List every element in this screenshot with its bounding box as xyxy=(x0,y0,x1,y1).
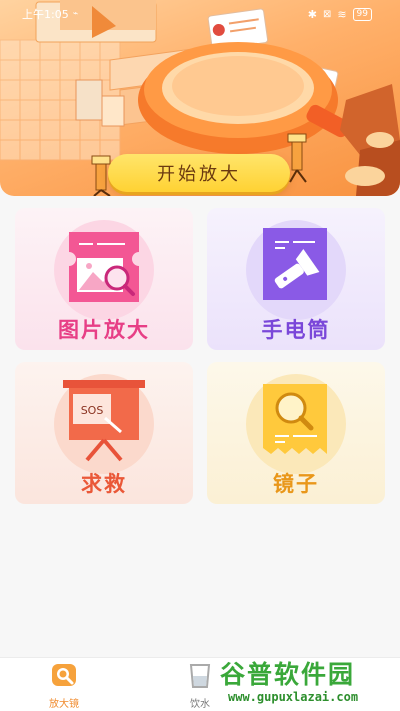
watermark: 谷普软件园 www.gupuxlazai.com xyxy=(216,653,400,711)
notification-icon: ⌁ xyxy=(72,9,79,19)
nav-label: 放大镜 xyxy=(49,699,79,710)
status-bar: 上午1:05 ⌁ ✱ ⊠ ≋ 99 xyxy=(0,0,400,28)
sim-off-icon: ⊠ xyxy=(322,8,332,20)
sos-text: SOS xyxy=(81,404,104,417)
feature-card-image-zoom[interactable]: 图片放大 xyxy=(15,208,193,350)
hero-banner: 上午1:05 ⌁ ✱ ⊠ ≋ 99 开始放大 xyxy=(0,0,400,196)
watermark-title: 谷普软件园 xyxy=(220,660,356,689)
status-time: 上午1:05 xyxy=(22,8,69,21)
card-label: 手电筒 xyxy=(261,318,331,342)
cup-icon xyxy=(189,664,211,688)
flashlight-icon xyxy=(263,228,327,300)
image-zoom-icon xyxy=(69,232,139,302)
card-label: 图片放大 xyxy=(58,318,150,342)
magnifier-icon xyxy=(52,664,76,686)
card-label: 镜子 xyxy=(273,472,319,496)
battery-indicator: 99 xyxy=(352,7,372,21)
wifi-icon: ≋ xyxy=(337,7,347,21)
feature-card-sos[interactable]: SOS 求救 xyxy=(15,362,193,504)
nav-item-magnifier[interactable]: 放大镜 xyxy=(38,662,90,710)
feature-card-mirror[interactable]: 镜子 xyxy=(207,362,385,504)
bluetooth-icon: ✱ xyxy=(307,7,317,21)
card-label: 求救 xyxy=(81,472,127,496)
mirror-icon xyxy=(263,384,327,454)
feature-card-flashlight[interactable]: 手电筒 xyxy=(207,208,385,350)
start-magnify-button[interactable]: 开始放大 xyxy=(108,154,290,192)
sos-board-icon: SOS xyxy=(63,380,145,462)
watermark-url: www.gupuxlazai.com xyxy=(228,690,359,704)
